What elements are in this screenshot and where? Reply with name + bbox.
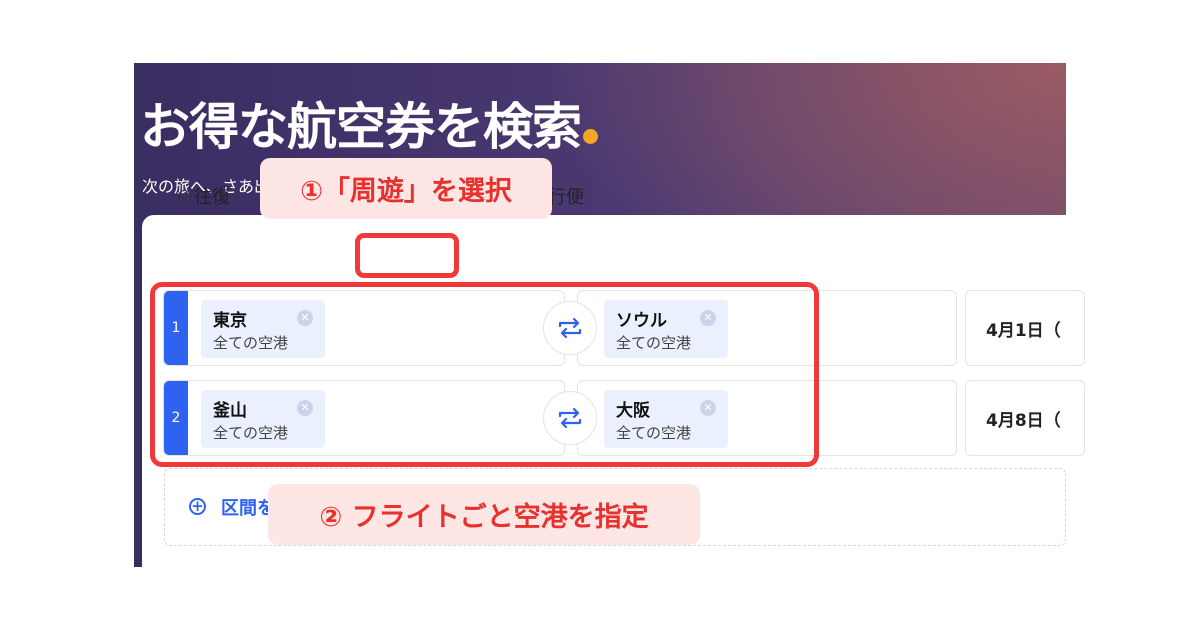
departure-date-1[interactable]: 4月1日（ [965, 290, 1085, 366]
callout-step-2: ② フライトごと空港を指定 [268, 484, 700, 545]
trip-type-round-trip[interactable]: 往復 [178, 183, 230, 209]
page-title: お得な航空券を検索 [140, 87, 598, 159]
highlight-flight-rows [150, 282, 819, 467]
departure-date-2[interactable]: 4月8日（ [965, 380, 1085, 456]
radio-round-trip[interactable] [178, 189, 191, 203]
title-dot [583, 129, 598, 144]
round-trip-label: 往復 [194, 187, 230, 208]
highlight-multi-city [355, 233, 459, 278]
callout-step-1: ①「周遊」を選択 [260, 158, 552, 219]
add-segment-button[interactable]: 区間を [221, 494, 275, 520]
plus-circle-icon[interactable]: + [189, 498, 206, 515]
